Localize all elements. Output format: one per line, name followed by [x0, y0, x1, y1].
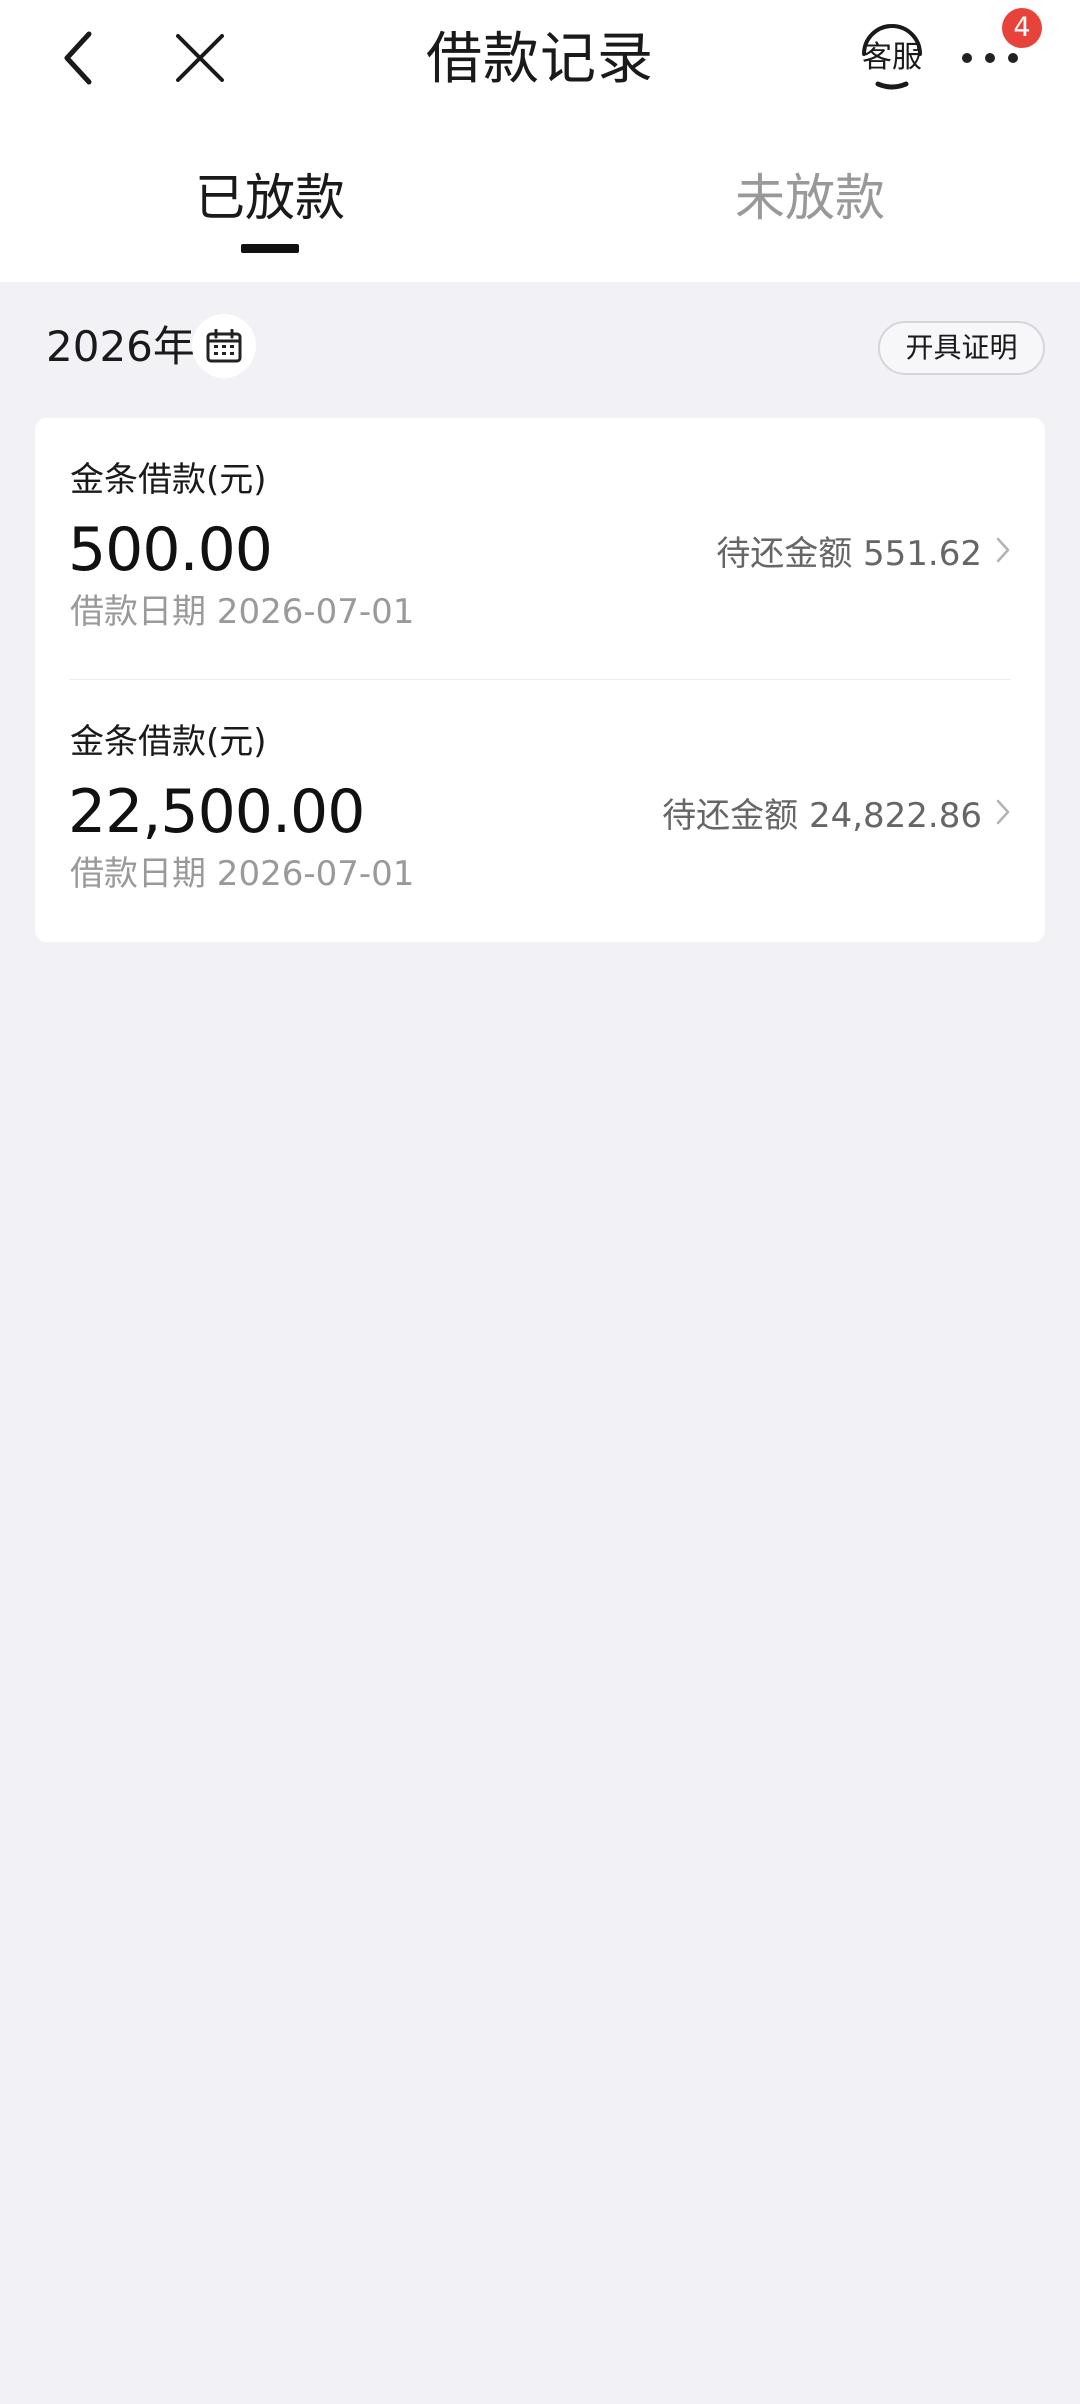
loan-type-label: 金条借款(元)	[70, 722, 267, 762]
remaining-amount-text: 待还金额 24,822.86	[662, 795, 982, 836]
calendar-icon	[206, 329, 242, 363]
customer-service-label: 客服	[862, 40, 922, 75]
year-selector-label[interactable]: 2026年	[46, 318, 195, 376]
loan-records-page: 借款记录 客服 4 已放款 未放款 2026年 开具证明 金条借款(元) 500…	[0, 0, 1080, 2404]
more-dots-icon	[962, 53, 1018, 63]
notification-badge: 4	[1002, 8, 1042, 48]
remaining-amount[interactable]: 待还金额 24,822.86	[662, 786, 1010, 838]
loan-item[interactable]: 金条借款(元) 22,500.00 借款日期 2026-07-01 待还金额 2…	[35, 680, 1045, 942]
tab-pending[interactable]: 未放款	[660, 160, 960, 236]
loan-amount: 22,500.00	[68, 777, 365, 847]
calendar-button[interactable]	[192, 314, 256, 378]
top-panel: 借款记录 客服 4 已放款 未放款	[0, 0, 1080, 282]
loan-amount: 500.00	[68, 515, 273, 585]
loan-item[interactable]: 金条借款(元) 500.00 借款日期 2026-07-01 待还金额 551.…	[35, 418, 1045, 680]
chevron-right-icon	[996, 799, 1010, 825]
remaining-amount-text: 待还金额 551.62	[716, 533, 982, 574]
chevron-right-icon	[996, 537, 1010, 563]
remaining-amount[interactable]: 待还金额 551.62	[716, 524, 1010, 576]
loan-date: 借款日期 2026-07-01	[70, 854, 415, 894]
loan-date: 借款日期 2026-07-01	[70, 592, 415, 632]
loan-type-label: 金条借款(元)	[70, 460, 267, 500]
active-tab-indicator	[241, 244, 299, 253]
loan-list-card: 金条借款(元) 500.00 借款日期 2026-07-01 待还金额 551.…	[35, 418, 1045, 942]
tab-released[interactable]: 已放款	[120, 160, 420, 236]
customer-service-button[interactable]: 客服	[846, 18, 938, 98]
issue-certificate-button[interactable]: 开具证明	[878, 321, 1045, 375]
